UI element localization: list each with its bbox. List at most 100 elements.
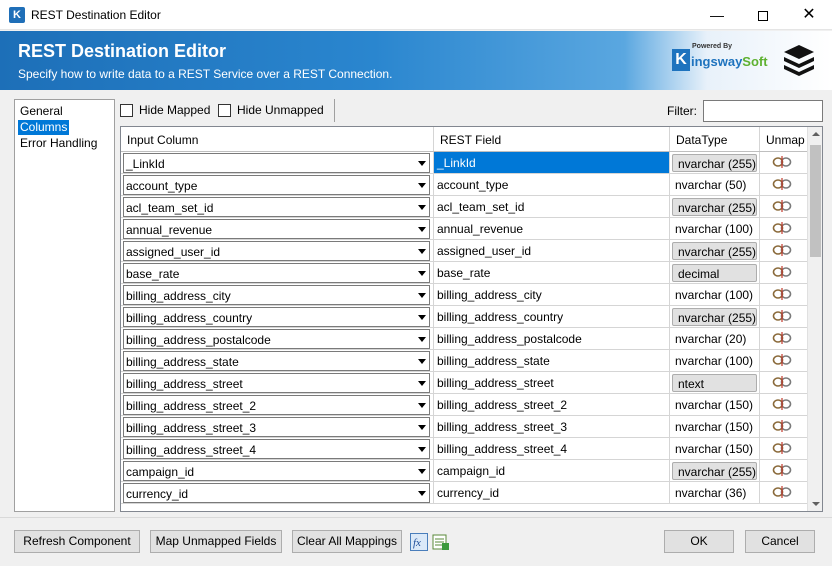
input-column-dropdown[interactable]: billing_address_street (123, 373, 430, 393)
chevron-down-icon[interactable] (418, 491, 426, 496)
unmap-link-icon[interactable] (772, 353, 792, 367)
input-column-dropdown[interactable]: billing_address_street_3 (123, 417, 430, 437)
chevron-down-icon[interactable] (418, 293, 426, 298)
input-column-dropdown[interactable]: _LinkId (123, 153, 430, 173)
rest-field-cell[interactable]: billing_address_city (434, 284, 670, 305)
datatype-button[interactable]: ntext (672, 374, 757, 392)
rest-field-cell[interactable]: billing_address_street_3 (434, 416, 670, 437)
scroll-down-arrow-icon[interactable] (812, 502, 820, 506)
datatype-button[interactable]: decimal (672, 264, 757, 282)
unmap-link-icon[interactable] (772, 243, 792, 257)
unmap-link-icon[interactable] (772, 221, 792, 235)
rest-field-cell[interactable]: acl_team_set_id (434, 196, 670, 217)
chevron-down-icon[interactable] (418, 249, 426, 254)
input-column-dropdown[interactable]: annual_revenue (123, 219, 430, 239)
table-row[interactable]: _LinkId _LinkId nvarchar (255) (121, 152, 807, 174)
chevron-down-icon[interactable] (418, 381, 426, 386)
header-rest-field[interactable]: REST Field (434, 127, 670, 151)
table-row[interactable]: billing_address_postalcode billing_addres… (121, 328, 807, 350)
unmap-link-icon[interactable] (772, 463, 792, 477)
filter-input[interactable] (703, 100, 823, 122)
export-mapping-icon[interactable] (432, 533, 450, 551)
rest-field-cell[interactable]: annual_revenue (434, 218, 670, 239)
table-row[interactable]: currency_id currency_id nvarchar (36) (121, 482, 807, 504)
table-row[interactable]: billing_address_street billing_address_st… (121, 372, 807, 394)
nav-item-general[interactable]: General (18, 104, 65, 119)
input-column-dropdown[interactable]: billing_address_postalcode (123, 329, 430, 349)
unmap-link-icon[interactable] (772, 419, 792, 433)
expression-fx-icon[interactable]: fx (410, 533, 428, 551)
unmap-link-icon[interactable] (772, 441, 792, 455)
input-column-dropdown[interactable]: billing_address_city (123, 285, 430, 305)
hide-unmapped-box[interactable] (218, 104, 231, 117)
chevron-down-icon[interactable] (418, 183, 426, 188)
rest-field-cell[interactable]: billing_address_street (434, 372, 670, 393)
table-row[interactable]: billing_address_state billing_address_sta… (121, 350, 807, 372)
cancel-button[interactable]: Cancel (745, 530, 815, 553)
scroll-thumb[interactable] (810, 145, 821, 257)
rest-field-cell[interactable]: billing_address_street_2 (434, 394, 670, 415)
refresh-component-button[interactable]: Refresh Component (14, 530, 140, 553)
map-unmapped-fields-button[interactable]: Map Unmapped Fields (150, 530, 282, 553)
table-row[interactable]: billing_address_city billing_address_city… (121, 284, 807, 306)
header-datatype[interactable]: DataType (670, 127, 760, 151)
rest-field-cell[interactable]: _LinkId (434, 152, 670, 173)
table-row[interactable]: billing_address_street_2 billing_address_… (121, 394, 807, 416)
chevron-down-icon[interactable] (418, 403, 426, 408)
input-column-dropdown[interactable]: campaign_id (123, 461, 430, 481)
rest-field-cell[interactable]: base_rate (434, 262, 670, 283)
rest-field-cell[interactable]: campaign_id (434, 460, 670, 481)
input-column-dropdown[interactable]: billing_address_state (123, 351, 430, 371)
header-input-column[interactable]: Input Column (121, 127, 434, 151)
input-column-dropdown[interactable]: base_rate (123, 263, 430, 283)
rest-field-cell[interactable]: billing_address_postalcode (434, 328, 670, 349)
table-row[interactable]: acl_team_set_id acl_team_set_id nvarchar (… (121, 196, 807, 218)
rest-field-cell[interactable]: billing_address_state (434, 350, 670, 371)
table-row[interactable]: assigned_user_id assigned_user_id nvarchar… (121, 240, 807, 262)
rest-field-cell[interactable]: billing_address_country (434, 306, 670, 327)
rest-field-cell[interactable]: billing_address_street_4 (434, 438, 670, 459)
unmap-link-icon[interactable] (772, 265, 792, 279)
chevron-down-icon[interactable] (418, 447, 426, 452)
rest-field-cell[interactable]: currency_id (434, 482, 670, 503)
chevron-down-icon[interactable] (418, 227, 426, 232)
chevron-down-icon[interactable] (418, 425, 426, 430)
unmap-link-icon[interactable] (772, 485, 792, 499)
table-row[interactable]: billing_address_street_3 billing_address_… (121, 416, 807, 438)
input-column-dropdown[interactable]: billing_address_street_4 (123, 439, 430, 459)
table-row[interactable]: billing_address_country billing_address_c… (121, 306, 807, 328)
nav-item-columns[interactable]: Columns (18, 120, 70, 135)
close-button[interactable]: ✕ (786, 0, 832, 30)
unmap-link-icon[interactable] (772, 287, 792, 301)
chevron-down-icon[interactable] (418, 469, 426, 474)
input-column-dropdown[interactable]: currency_id (123, 483, 430, 503)
rest-field-cell[interactable]: account_type (434, 174, 670, 195)
chevron-down-icon[interactable] (418, 315, 426, 320)
chevron-down-icon[interactable] (418, 271, 426, 276)
clear-all-mappings-button[interactable]: Clear All Mappings (292, 530, 402, 553)
rest-field-cell[interactable]: assigned_user_id (434, 240, 670, 261)
unmap-link-icon[interactable] (772, 155, 792, 169)
minimize-button[interactable]: — (694, 0, 740, 30)
input-column-dropdown[interactable]: acl_team_set_id (123, 197, 430, 217)
vertical-scrollbar[interactable] (807, 127, 822, 511)
unmap-link-icon[interactable] (772, 177, 792, 191)
header-unmap[interactable]: Unmap (760, 127, 807, 151)
input-column-dropdown[interactable]: billing_address_country (123, 307, 430, 327)
input-column-dropdown[interactable]: account_type (123, 175, 430, 195)
nav-item-error-handling[interactable]: Error Handling (18, 136, 99, 151)
input-column-dropdown[interactable]: assigned_user_id (123, 241, 430, 261)
table-row[interactable]: account_type account_type nvarchar (50) (121, 174, 807, 196)
datatype-button[interactable]: nvarchar (255) (672, 154, 757, 172)
chevron-down-icon[interactable] (418, 359, 426, 364)
unmap-link-icon[interactable] (772, 375, 792, 389)
unmap-link-icon[interactable] (772, 397, 792, 411)
hide-mapped-box[interactable] (120, 104, 133, 117)
chevron-down-icon[interactable] (418, 337, 426, 342)
scroll-up-arrow-icon[interactable] (812, 132, 820, 136)
datatype-button[interactable]: nvarchar (255) (672, 198, 757, 216)
unmap-link-icon[interactable] (772, 309, 792, 323)
unmap-link-icon[interactable] (772, 331, 792, 345)
chevron-down-icon[interactable] (418, 161, 426, 166)
datatype-button[interactable]: nvarchar (255) (672, 242, 757, 260)
